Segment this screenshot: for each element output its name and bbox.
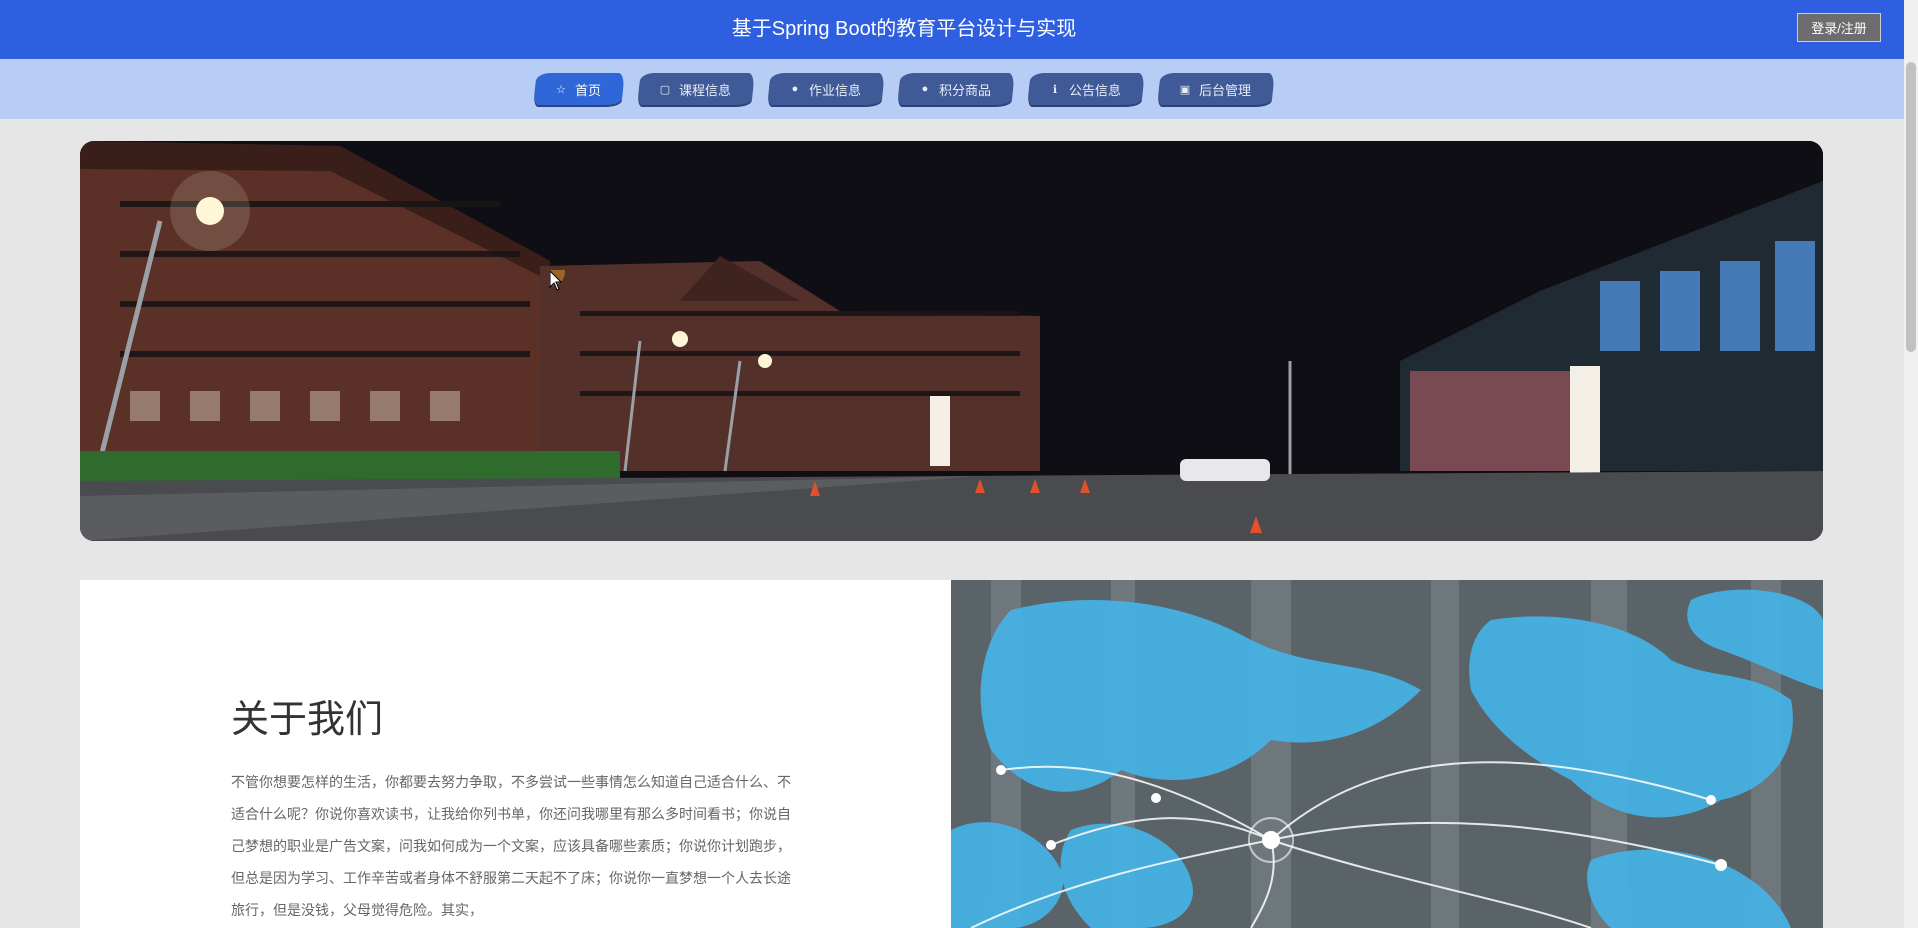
nav-item-1[interactable]: ▢ 课程信息 [637,73,755,105]
circle-icon: ● [921,83,929,95]
main-nav: ☆ 首页 ▢ 课程信息 ● 作业信息 ● 积分商品 ℹ 公告信息 ▣ 后台管理 [0,59,1918,119]
star-icon: ☆ [556,83,566,96]
nav-item-label: 课程信息 [678,82,731,98]
nav-item-label: 作业信息 [808,82,861,98]
info-icon: ℹ [1052,83,1058,96]
building-icon: ▣ [1179,83,1191,96]
scrollbar-thumb[interactable] [1906,62,1916,352]
nav-item-label: 公告信息 [1069,82,1122,98]
nav-item-2[interactable]: ● 作业信息 [767,73,885,105]
about-section: 关于我们 不管你想要怎样的生活，你都要去努力争取，不多尝试一些事情怎么知道自己适… [80,580,1823,928]
nav-list: ☆ 首页 ▢ 课程信息 ● 作业信息 ● 积分商品 ℹ 公告信息 ▣ 后台管理 [0,73,1808,107]
nav-item-label: 后台管理 [1199,82,1252,98]
book-icon: ▢ [659,83,671,96]
campus-night-photo [80,141,1823,541]
site-title: 基于Spring Boot的教育平台设计与实现 [731,18,1077,40]
world-map-network-graphic [951,580,1823,928]
mouse-cursor-icon [537,258,565,297]
nav-item-label: 首页 [574,82,601,98]
nav-item-5[interactable]: ▣ 后台管理 [1157,73,1275,105]
top-header: 基于Spring Boot的教育平台设计与实现 登录/注册 [0,0,1918,59]
about-title: 关于我们 [231,697,384,741]
world-map-image [951,580,1823,928]
about-text: 不管你想要怎样的生活，你都要去努力争取，不多尝试一些事情怎么知道自己适合什么、不… [231,774,791,918]
nav-item-3[interactable]: ● 积分商品 [897,73,1015,105]
nav-item-4[interactable]: ℹ 公告信息 [1027,73,1145,105]
nav-item-0[interactable]: ☆ 首页 [533,73,625,105]
campus-banner-image [80,141,1823,541]
nav-item-label: 积分商品 [939,82,992,98]
circle-icon: ● [791,83,799,95]
login-register-button[interactable]: 登录/注册 [1797,13,1881,42]
